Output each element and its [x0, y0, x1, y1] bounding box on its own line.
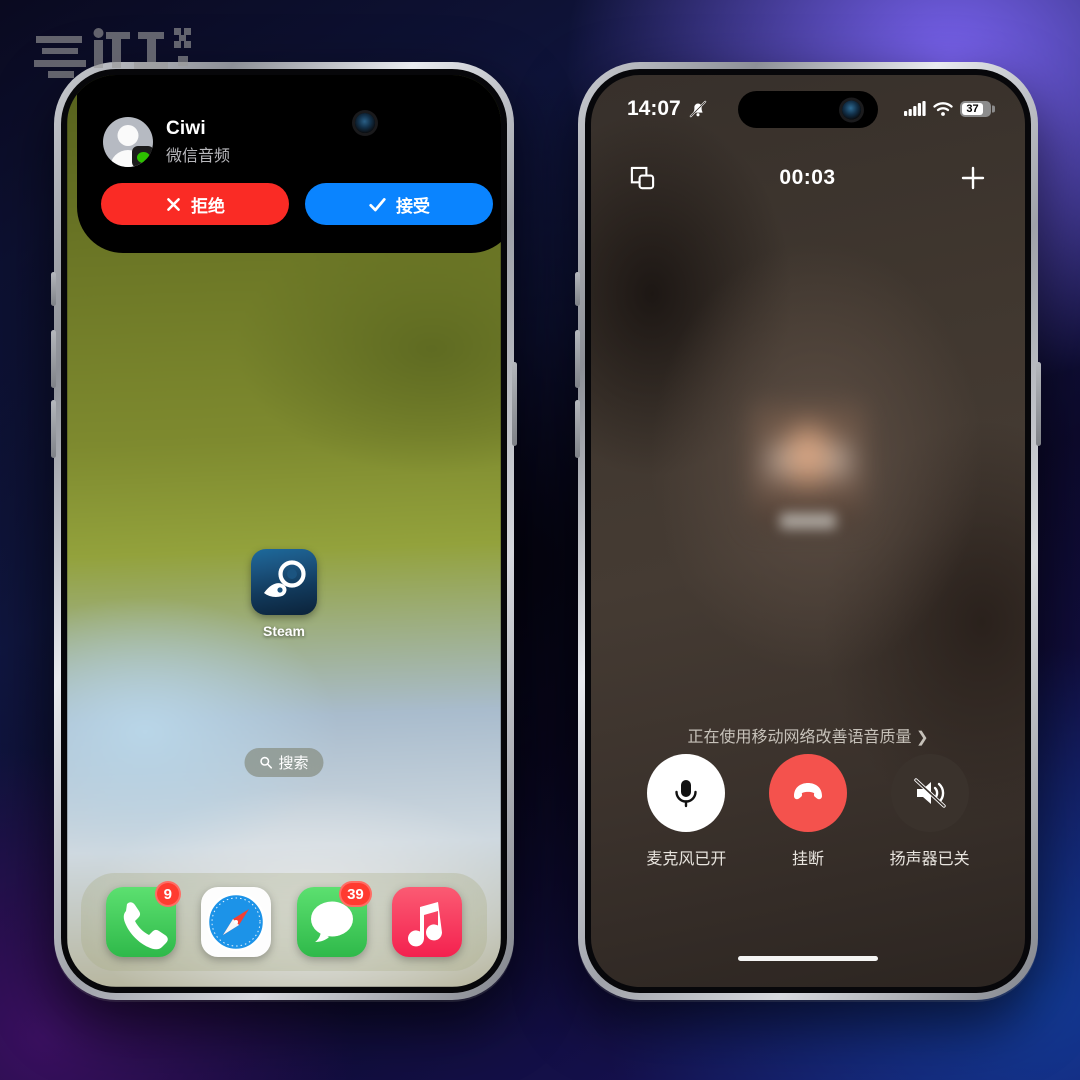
chevron-right-icon: ❯ [915, 729, 929, 746]
dock-app-music[interactable] [392, 887, 463, 957]
right-phone-volume-up[interactable] [575, 330, 580, 388]
front-camera-icon [355, 113, 375, 133]
caller-name: Ciwi [166, 118, 206, 139]
search-pill[interactable]: 搜索 [244, 748, 324, 777]
search-label: 搜索 [278, 755, 309, 772]
call-duration: 00:03 [779, 166, 836, 189]
decline-call-button[interactable]: 拒绝 [101, 183, 289, 225]
microphone-label: 麦克风已开 [646, 851, 727, 868]
battery-percent: 37 [962, 103, 983, 115]
right-phone-screen: 14:07 37 00:03 正在使用移动网络改善语音质量 ❯ 麦克风已开 挂断… [591, 75, 1025, 987]
badge-messages: 39 [339, 881, 372, 907]
right-phone-volume-down[interactable] [575, 400, 580, 458]
speaker-label: 扬声器已关 [889, 851, 970, 868]
network-quality-hint[interactable]: 正在使用移动网络改善语音质量 ❯ [591, 723, 1025, 747]
home-indicator[interactable] [738, 956, 878, 961]
watermark-logo [34, 26, 204, 82]
battery-icon: 37 [960, 101, 991, 117]
speaker-muted-icon [913, 778, 946, 808]
dock-app-phone[interactable]: 9 [105, 881, 181, 957]
network-quality-text: 正在使用移动网络改善语音质量 [687, 729, 912, 746]
app-icon-steam[interactable]: Steam [251, 549, 317, 639]
wifi-icon [933, 102, 953, 116]
incoming-call-banner[interactable]: Ciwi 微信音频 拒绝 接受 [77, 75, 501, 253]
left-phone-screen: Ciwi 微信音频 拒绝 接受 Steam 搜索 9 39 [67, 75, 501, 987]
control-hangup[interactable]: 挂断 [769, 754, 847, 869]
badge-phone: 9 [154, 881, 181, 907]
steam-icon [251, 549, 317, 615]
left-phone-volume-down[interactable] [51, 400, 56, 458]
dock: 9 39 [81, 873, 487, 971]
wechat-icon [132, 146, 153, 167]
app-label-steam: Steam [262, 623, 306, 639]
caller-avatar [103, 117, 153, 167]
control-microphone[interactable]: 麦克风已开 [646, 754, 726, 869]
hangup-label: 挂断 [791, 851, 824, 868]
right-phone-device: 14:07 37 00:03 正在使用移动网络改善语音质量 ❯ 麦克风已开 挂断… [575, 62, 1041, 1000]
left-phone-volume-up[interactable] [51, 330, 56, 388]
speaker-button[interactable] [890, 754, 969, 832]
x-icon [167, 197, 180, 211]
decline-call-label: 拒绝 [191, 196, 225, 216]
dynamic-island [738, 91, 878, 128]
blurred-contact-avatar [753, 405, 863, 525]
control-speaker[interactable]: 扬声器已关 [890, 754, 970, 869]
cellular-bars-icon [904, 101, 926, 116]
microphone-button[interactable] [647, 754, 726, 832]
dock-app-safari[interactable] [201, 887, 272, 957]
picture-in-picture-icon[interactable] [629, 165, 656, 192]
check-icon [369, 197, 386, 211]
right-phone-power-button[interactable] [1036, 362, 1041, 446]
plus-icon[interactable] [959, 164, 987, 192]
left-phone-device: Ciwi 微信音频 拒绝 接受 Steam 搜索 9 39 [51, 62, 517, 1000]
phone-down-icon [794, 783, 822, 800]
call-controls: 麦克风已开 挂断 扬声器已关 [591, 754, 1025, 869]
microphone-icon [675, 780, 698, 808]
accept-call-label: 接受 [396, 196, 430, 216]
left-phone-side-button[interactable] [51, 272, 56, 306]
call-top-bar: 00:03 [591, 157, 1025, 199]
right-phone-side-button[interactable] [575, 272, 580, 306]
left-phone-power-button[interactable] [512, 362, 517, 446]
front-camera-icon [842, 100, 861, 119]
blurred-contact-label [780, 513, 836, 529]
dock-app-messages[interactable]: 39 [296, 881, 372, 957]
bell-slash-icon [689, 100, 706, 118]
music-note-icon [408, 902, 443, 947]
call-type-label: 微信音频 [166, 148, 231, 165]
safari-compass-icon [207, 892, 266, 952]
accept-call-button[interactable]: 接受 [305, 183, 493, 225]
status-time: 14:07 [627, 97, 681, 120]
hangup-button[interactable] [769, 754, 847, 832]
search-icon [260, 756, 273, 769]
